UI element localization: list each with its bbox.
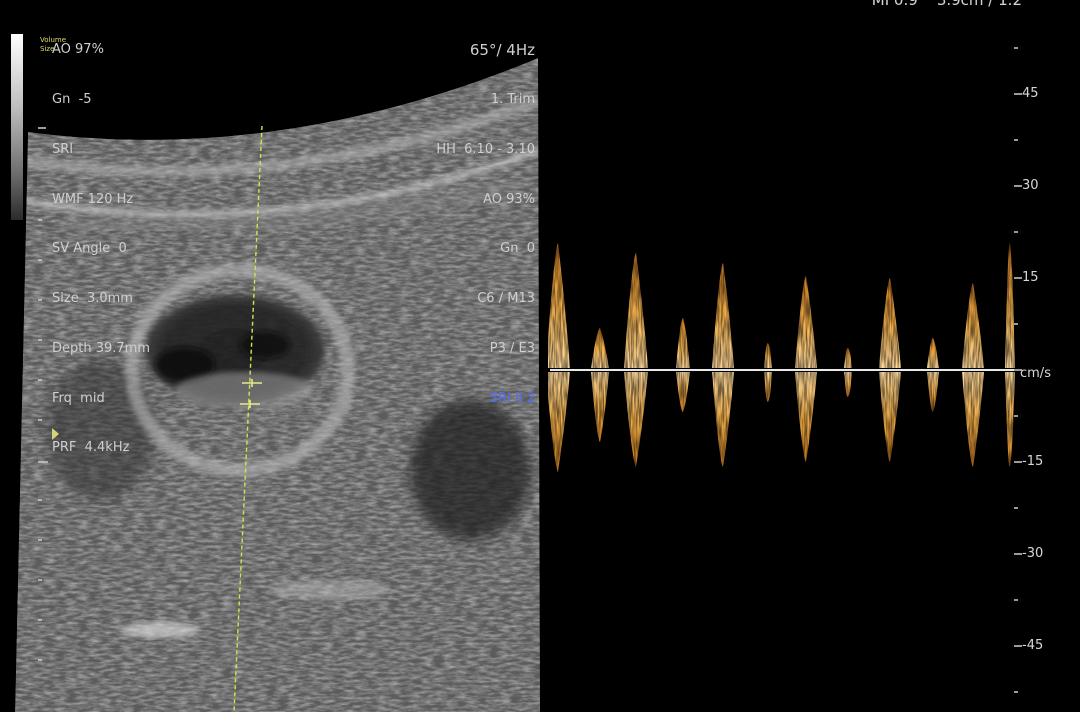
scale-label: -30: [1022, 546, 1044, 561]
velocity-unit: cm/s: [1020, 366, 1051, 381]
param-ao-right: AO 93%: [483, 191, 535, 207]
param-frequency: Frq mid: [52, 390, 105, 406]
param-depth: Depth 39.7mm: [52, 340, 151, 356]
scale-label: -15: [1022, 454, 1044, 469]
scale-label: 15: [1022, 270, 1039, 285]
param-prf: PRF 4.4kHz: [52, 440, 130, 456]
scale-label: -45: [1022, 638, 1044, 653]
param-preset: 1. Trim: [490, 91, 535, 107]
param-size: Size 3.0mm: [52, 291, 133, 307]
param-ao: AO 97%: [52, 42, 104, 58]
param-harmonic: HH 6.10 - 3.10: [436, 141, 535, 157]
param-gain-right: Gn 0: [500, 241, 535, 257]
doppler-spectrum: [548, 47, 1022, 693]
param-sri-highlight: SRI II 2: [489, 390, 535, 406]
param-gain: Gn -5: [52, 91, 92, 107]
param-sri: SRI: [52, 141, 74, 157]
param-power: P3 / E3: [489, 340, 535, 356]
scale-label: 30: [1022, 178, 1039, 193]
left-parameter-panel: AO 97% Gn -5 SRI WMF 120 Hz SV Angle 0 S…: [52, 9, 150, 474]
param-sv-angle: SV Angle 0: [52, 241, 127, 257]
param-crf-map: C6 / M13: [477, 291, 535, 307]
scale-label: 45: [1022, 86, 1039, 101]
right-parameter-panel: 65°/ 4Hz 1. Trim HH 6.10 - 3.10 AO 93% G…: [436, 9, 535, 424]
param-wmf: WMF 120 Hz: [52, 191, 134, 207]
param-angle-frequency: 65°/ 4Hz: [469, 41, 535, 60]
grayscale-bar: [11, 34, 23, 220]
